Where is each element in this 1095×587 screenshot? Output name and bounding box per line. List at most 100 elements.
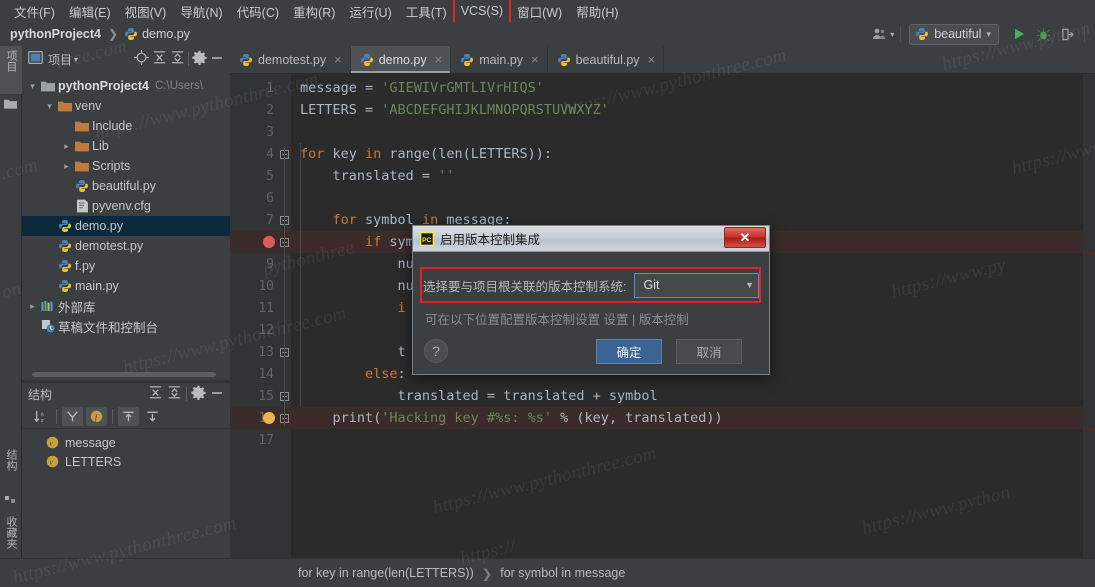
tree-item[interactable]: 草稿文件和控制台 — [22, 316, 230, 336]
version-control-link[interactable]: 版本控制 — [639, 313, 689, 327]
tree-expand-arrow[interactable]: ▾ — [26, 81, 39, 92]
line-number[interactable]: 6 — [230, 187, 278, 209]
line-number[interactable]: 12 — [230, 319, 278, 341]
menu-item-view[interactable]: 视图(V) — [118, 0, 174, 23]
gear-icon[interactable] — [192, 50, 207, 68]
breakpoint-icon[interactable] — [263, 236, 275, 248]
code-line[interactable]: LETTERS = 'ABCDEFGHIJKLMNOPQRSTUVWXYZ' — [291, 99, 1095, 121]
editor-tab[interactable]: beautiful.py × — [548, 46, 665, 73]
breadcrumb-project[interactable]: pythonProject4 — [10, 27, 101, 41]
structure-item[interactable]: v message — [22, 433, 230, 452]
vcs-dropdown[interactable]: Git ▼ — [634, 272, 759, 298]
menu-item-refactor[interactable]: 重构(R) — [286, 0, 342, 23]
menu-item-code[interactable]: 代码(C) — [230, 0, 286, 23]
tree-item[interactable]: main.py — [22, 276, 230, 296]
show-inherited-icon[interactable] — [62, 407, 83, 426]
menu-item-navigate[interactable]: 导航(N) — [173, 0, 229, 23]
menu-item-help[interactable]: 帮助(H) — [569, 0, 625, 23]
tree-item[interactable]: Include — [22, 116, 230, 136]
close-icon[interactable]: × — [648, 52, 656, 67]
sort-alphabetically-icon[interactable]: az — [30, 407, 51, 426]
tree-item[interactable]: ▸ 外部库 — [22, 296, 230, 316]
close-icon[interactable]: × — [435, 52, 443, 67]
expand-all-icon[interactable] — [152, 50, 167, 68]
menu-item-tools[interactable]: 工具(T) — [399, 0, 454, 23]
menu-item-run[interactable]: 运行(U) — [342, 0, 398, 23]
error-marker-gutter[interactable] — [1083, 74, 1095, 558]
code-line[interactable]: translated = '' — [291, 165, 1095, 187]
line-number[interactable]: 17 — [230, 429, 278, 451]
line-number[interactable]: 3 — [230, 121, 278, 143]
editor-tab[interactable]: demo.py × — [350, 46, 452, 73]
editor-tab[interactable]: main.py × — [451, 46, 548, 73]
tree-item[interactable]: pyvenv.cfg — [22, 196, 230, 216]
line-number[interactable]: 11 — [230, 297, 278, 319]
tree-item[interactable]: demotest.py — [22, 236, 230, 256]
line-number[interactable]: 9 — [230, 253, 278, 275]
scroll-from-source-icon[interactable] — [118, 407, 139, 426]
code-line[interactable]: message = 'GIEWIVrGMTLIVrHIQS' — [291, 77, 1095, 99]
tree-expand-arrow[interactable]: ▸ — [60, 161, 73, 172]
line-number[interactable]: 7 — [230, 209, 278, 231]
code-line[interactable] — [291, 187, 1095, 209]
tree-item[interactable]: ▸ Lib — [22, 136, 230, 156]
menu-item-file[interactable]: 文件(F) — [7, 0, 62, 23]
show-fields-icon[interactable]: f — [86, 407, 107, 426]
structure-item[interactable]: v LETTERS — [22, 452, 230, 471]
sidebar-item-project[interactable]: 项目 — [0, 46, 22, 94]
line-number-gutter[interactable]: 1234567891011121314151617 — [230, 74, 278, 558]
project-tree-scrollbar[interactable] — [32, 372, 216, 377]
code-line[interactable] — [291, 429, 1095, 451]
help-button[interactable]: ? — [424, 339, 448, 363]
expand-all-icon[interactable] — [148, 385, 163, 403]
error-marker[interactable] — [1083, 428, 1095, 431]
run-icon[interactable] — [1008, 24, 1030, 44]
status-breadcrumb-1[interactable]: for key in range(len(LETTERS)) — [298, 566, 474, 580]
settings-link[interactable]: 设置 — [604, 313, 629, 327]
status-breadcrumb-2[interactable]: for symbol in message — [500, 566, 625, 580]
gear-icon[interactable] — [191, 385, 206, 403]
structure-list[interactable]: v message v LETTERS — [22, 429, 230, 471]
locate-icon[interactable] — [134, 50, 149, 68]
menu-item-vcs[interactable]: VCS(S) — [452, 0, 512, 24]
line-number[interactable]: 15 — [230, 385, 278, 407]
close-icon[interactable]: × — [334, 52, 342, 67]
tree-expand-arrow[interactable]: ▸ — [26, 301, 39, 312]
menu-item-edit[interactable]: 编辑(E) — [62, 0, 118, 23]
code-line[interactable]: for key in range(len(LETTERS)): — [291, 143, 1095, 165]
tree-item[interactable]: demo.py — [22, 216, 230, 236]
line-number[interactable]: 5 — [230, 165, 278, 187]
tree-item[interactable]: ▾ pythonProject4 C:\Users\ — [22, 76, 230, 96]
ok-button[interactable]: 确定 — [596, 339, 662, 364]
code-line[interactable]: translated = translated + symbol — [291, 385, 1095, 407]
line-number[interactable]: 13 — [230, 341, 278, 363]
close-icon[interactable]: × — [531, 52, 539, 67]
error-marker[interactable] — [1083, 252, 1095, 255]
minimize-icon[interactable] — [210, 51, 224, 68]
close-icon[interactable]: ✕ — [724, 227, 766, 248]
bookmark-icon[interactable] — [263, 412, 275, 424]
chevron-down-icon[interactable]: ▾ — [74, 55, 78, 64]
line-number[interactable]: 1 — [230, 77, 278, 99]
breadcrumb-file[interactable]: demo.py — [142, 27, 190, 41]
line-number[interactable]: 8 — [230, 231, 278, 253]
tree-expand-arrow[interactable]: ▾ — [43, 101, 56, 112]
tree-item[interactable]: f.py — [22, 256, 230, 276]
project-tree[interactable]: ▾ pythonProject4 C:\Users\ ▾ venv Include ▸ Lib… — [22, 72, 230, 368]
tree-expand-arrow[interactable]: ▸ — [60, 141, 73, 152]
line-number[interactable]: 10 — [230, 275, 278, 297]
tree-item[interactable]: ▸ Scripts — [22, 156, 230, 176]
debug-icon[interactable] — [1032, 24, 1054, 44]
code-line[interactable] — [291, 121, 1095, 143]
menu-item-window[interactable]: 窗口(W) — [510, 0, 569, 23]
user-group-icon[interactable]: ▾ — [872, 24, 894, 44]
collapse-all-icon[interactable] — [167, 385, 182, 403]
tree-item[interactable]: ▾ venv — [22, 96, 230, 116]
collapse-all-icon[interactable] — [170, 50, 185, 68]
line-number[interactable]: 4 — [230, 143, 278, 165]
code-folding-gutter[interactable] — [278, 74, 291, 558]
sidebar-item-structure[interactable]: 结构 — [0, 445, 22, 493]
cancel-button[interactable]: 取消 — [676, 339, 742, 364]
run-configuration-selector[interactable]: beautiful ▾ — [909, 23, 999, 45]
tree-item[interactable]: beautiful.py — [22, 176, 230, 196]
